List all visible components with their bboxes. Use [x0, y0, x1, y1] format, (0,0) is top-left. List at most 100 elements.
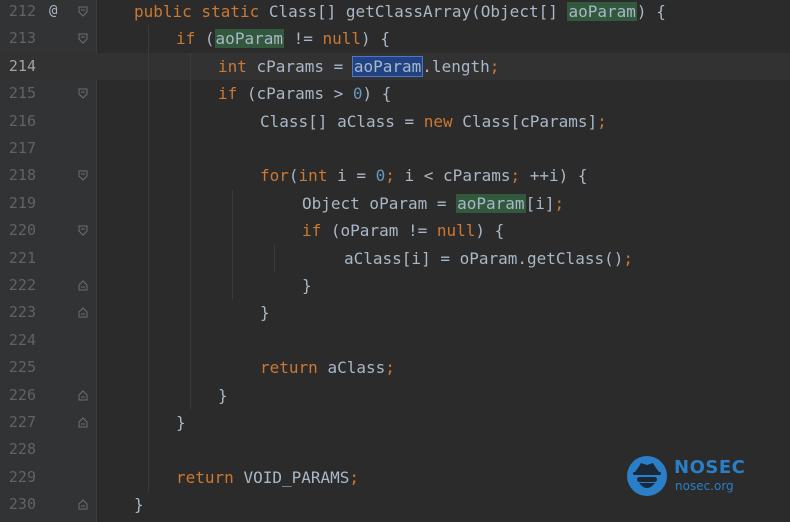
identifier-token: ) {	[362, 84, 392, 104]
fold-open-icon[interactable]	[78, 6, 88, 17]
fold-open-icon[interactable]	[78, 170, 88, 182]
selected-token: aoParam	[351, 55, 424, 77]
fold-close-icon[interactable]	[78, 499, 88, 510]
identifier-token: .length	[422, 56, 490, 76]
code-text: Object oParam = aoParam[i];	[302, 190, 564, 217]
code-line-219[interactable]: 219 Object oParam = aoParam[i];	[0, 190, 790, 217]
highlighted-usage-token: aoParam	[456, 193, 526, 213]
line-number: 229	[8, 467, 36, 486]
code-line-217[interactable]: 217	[0, 135, 790, 162]
code-text: if (aoParam != null) {	[176, 25, 390, 52]
number-token: 0	[375, 166, 386, 186]
line-number: 225	[8, 358, 36, 377]
code-text: }	[176, 409, 186, 436]
line-number: 221	[8, 248, 36, 267]
identifier-token: (oParam !=	[330, 221, 437, 241]
line-number: 227	[8, 413, 36, 431]
code-line-227[interactable]: 227}	[0, 409, 790, 436]
identifier-token: ) {	[361, 29, 390, 49]
identifier-token: }	[260, 303, 270, 323]
code-line-225[interactable]: 225 return aClass;	[0, 354, 790, 381]
identifier-token: ) {	[475, 221, 505, 241]
highlighted-usage-token: aoParam	[567, 2, 637, 21]
identifier-token: Object oParam =	[302, 193, 457, 213]
identifier-token: }	[218, 385, 228, 405]
code-line-220[interactable]: 220 if (oParam != null) {	[0, 217, 790, 244]
keyword-token: return	[260, 358, 328, 378]
fold-close-icon[interactable]	[78, 389, 88, 401]
keyword-token: null	[322, 29, 362, 49]
code-text: return aClass;	[260, 354, 395, 381]
identifier-token: (	[288, 166, 299, 186]
keyword-token: if	[218, 84, 247, 104]
line-number: 217	[8, 139, 36, 157]
line-number: 215	[8, 84, 36, 103]
code-line-214[interactable]: 214 int cParams = aoParam.length;	[0, 52, 790, 80]
keyword-token: int	[218, 56, 257, 76]
code-line-216[interactable]: 216 Class[] aClass = new Class[cParams];	[0, 108, 790, 135]
keyword-token: for	[260, 166, 289, 186]
punctuation-token: ;	[554, 193, 565, 213]
identifier-token: aClass	[327, 358, 386, 378]
code-text: for(int i = 0; i < cParams; ++i) {	[260, 162, 588, 189]
keyword-token: public static	[134, 2, 269, 21]
indent-guide	[190, 52, 191, 409]
punctuation-token: ;	[623, 248, 633, 268]
keyword-token: int	[298, 166, 338, 186]
identifier-token: ) {	[636, 2, 666, 21]
line-number: 219	[8, 193, 36, 212]
fold-close-icon[interactable]	[78, 417, 88, 428]
keyword-token: if	[302, 221, 331, 241]
indent-guide	[232, 189, 233, 300]
fold-open-icon[interactable]	[78, 88, 88, 99]
fold-open-icon[interactable]	[78, 33, 88, 45]
code-line-218[interactable]: 218 for(int i = 0; i < cParams; ++i) {	[0, 162, 790, 189]
identifier-token: aClass[i] = oParam.getClass()	[344, 248, 624, 268]
code-text: }	[218, 382, 228, 409]
identifier-token: i < cParams	[404, 166, 511, 186]
code-text: }	[302, 272, 312, 299]
code-line-213[interactable]: 213 if (aoParam != null) {	[0, 25, 790, 52]
identifier-token: (cParams >	[246, 84, 353, 104]
highlighted-usage-token: aoParam	[214, 29, 284, 49]
line-number: 218	[8, 166, 36, 185]
fold-close-icon[interactable]	[78, 307, 88, 318]
code-text: if (cParams > 0) {	[218, 80, 391, 107]
fold-open-icon[interactable]	[78, 225, 88, 236]
code-line-222[interactable]: 222}	[0, 272, 790, 299]
line-number: 224	[8, 330, 36, 349]
code-line-224[interactable]: 224	[0, 327, 790, 354]
identifier-token: VOID_PARAMS	[243, 467, 350, 487]
identifier-token: cParams =	[256, 56, 353, 76]
identifier-token: ++i) {	[529, 166, 588, 186]
punctuation-token: ;	[597, 111, 607, 131]
code-line-226[interactable]: 226}	[0, 382, 790, 409]
punctuation-token: ;	[385, 358, 395, 378]
identifier-token: }	[302, 276, 312, 295]
watermark-brand: NOSEC	[674, 457, 746, 478]
punctuation-token: ;	[349, 467, 360, 487]
code-editor[interactable]: 212 @ public static Class[] getClassArray(…	[0, 0, 790, 522]
fold-close-icon[interactable]	[78, 280, 88, 291]
nosec-watermark: NOSEC nosec.org	[626, 455, 776, 500]
line-number: 214	[8, 56, 36, 75]
keyword-token: new	[423, 111, 463, 131]
number-token: 0	[352, 84, 363, 104]
code-text: int cParams = aoParam.length;	[218, 53, 499, 80]
keyword-token: if	[176, 29, 205, 49]
identifier-token: Class[cParams]	[462, 111, 598, 131]
line-number: 216	[8, 111, 36, 130]
identifier-token: Class[] getClassArray(Object[]	[268, 2, 568, 21]
code-line-221[interactable]: 221 aClass[i] = oParam.getClass();	[0, 245, 790, 272]
code-line-212[interactable]: 212 @ public static Class[] getClassArray(…	[0, 0, 790, 25]
override-marker-icon[interactable]: @	[49, 0, 57, 25]
code-text: }	[134, 491, 144, 518]
identifier-token: Class[] aClass =	[260, 111, 424, 131]
code-text: Class[] aClass = new Class[cParams];	[260, 108, 607, 135]
indent-guide	[148, 25, 149, 492]
hat-spy-icon	[627, 456, 667, 496]
code-line-223[interactable]: 223}	[0, 299, 790, 326]
code-line-215[interactable]: 215 if (cParams > 0) {	[0, 80, 790, 107]
line-number: 230	[8, 495, 36, 514]
punctuation-token: ;	[489, 56, 500, 76]
